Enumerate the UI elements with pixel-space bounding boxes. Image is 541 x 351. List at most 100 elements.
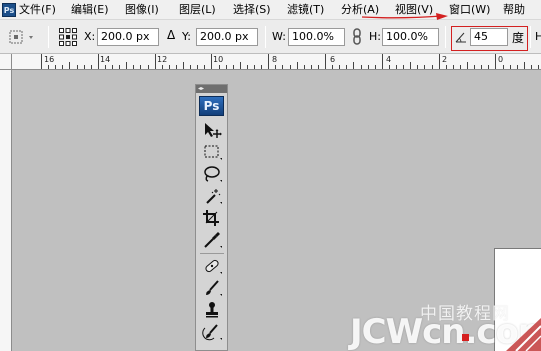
ruler-tick (517, 65, 518, 69)
menu-image[interactable]: 图像(I) (125, 3, 159, 17)
separator (48, 26, 49, 48)
x-label: X: (84, 30, 96, 43)
horizontal-ruler[interactable]: 16 14 12 10 8 6 4 2 0 (0, 54, 541, 70)
ruler-tick (460, 65, 461, 69)
lasso-tool-icon[interactable] (200, 164, 224, 184)
ruler-tick (318, 65, 319, 69)
healing-brush-tool-icon[interactable] (200, 256, 224, 276)
ruler-number: 14 (100, 55, 111, 64)
history-brush-tool-icon[interactable] (200, 322, 224, 342)
ruler-tick (503, 65, 504, 69)
ruler-tick (183, 62, 184, 69)
watermark-corner-graphic (506, 318, 541, 351)
ruler-tick (254, 65, 255, 69)
ruler-tick (148, 65, 149, 69)
vertical-ruler[interactable] (0, 70, 12, 351)
height-scale-input[interactable]: 100.0% (382, 28, 439, 46)
separator (445, 26, 446, 48)
angle-highlight-box (451, 26, 528, 51)
height-label: H: (369, 30, 381, 43)
ruler-tick (432, 65, 433, 69)
ruler-tick (389, 65, 390, 69)
ruler-tick (41, 54, 42, 69)
ruler-tick (112, 65, 113, 69)
separator (265, 26, 266, 48)
eyedropper-tool-icon[interactable] (200, 230, 224, 250)
ruler-tick (346, 65, 347, 69)
ruler-tick (240, 62, 241, 69)
ruler-tick (353, 62, 354, 69)
clone-stamp-tool-icon[interactable] (200, 300, 224, 320)
crop-tool-icon[interactable] (200, 208, 224, 228)
move-tool-icon[interactable] (200, 120, 224, 140)
menu-help[interactable]: 帮助 (503, 3, 525, 17)
ruler-tick (211, 54, 212, 69)
ruler-tick (368, 65, 369, 69)
ruler-tick (261, 65, 262, 69)
brush-tool-icon[interactable] (200, 278, 224, 298)
ruler-tick (467, 62, 468, 69)
ruler-tick (62, 65, 63, 69)
menu-layer[interactable]: 图层(L) (179, 3, 216, 17)
ruler-tick (375, 65, 376, 69)
magic-wand-tool-icon[interactable] (200, 186, 224, 206)
ruler-tick (48, 65, 49, 69)
ruler-tick (325, 54, 326, 69)
ruler-tick (410, 62, 411, 69)
ruler-tick (77, 65, 78, 69)
ruler-tick (126, 62, 127, 69)
ruler-tick (282, 65, 283, 69)
ruler-tick (290, 65, 291, 69)
ruler-tick (538, 65, 539, 69)
ruler-number: 12 (157, 55, 168, 64)
tool-separator (200, 253, 224, 254)
menu-edit[interactable]: 编辑(E) (71, 3, 109, 17)
skew-h-label: H (535, 30, 541, 43)
menu-window[interactable]: 窗口(W) (449, 3, 490, 17)
ruler-tick (495, 54, 496, 69)
ruler-tick (403, 65, 404, 69)
y-position-input[interactable]: 200.0 px (196, 28, 258, 46)
watermark-dot (462, 334, 469, 341)
link-icon[interactable] (352, 28, 362, 46)
ruler-tick (297, 62, 298, 69)
ruler-tick (197, 65, 198, 69)
reference-point-icon[interactable] (58, 27, 78, 47)
ruler-tick (339, 65, 340, 69)
ruler-tick (304, 65, 305, 69)
ruler-corner[interactable] (0, 54, 12, 70)
ruler-tick (382, 54, 383, 69)
ruler-tick (531, 65, 532, 69)
ruler-tick (169, 65, 170, 69)
ruler-tick (446, 65, 447, 69)
ruler-tick (140, 65, 141, 69)
ruler-tick (176, 65, 177, 69)
ruler-tick (219, 65, 220, 69)
y-label: Y: (182, 30, 191, 43)
ruler-tick (524, 62, 525, 69)
ps-logo: Ps (199, 96, 224, 116)
ruler-tick (190, 65, 191, 69)
ruler-tick (439, 54, 440, 69)
transform-preset-icon[interactable] (8, 28, 36, 46)
relative-position-icon[interactable]: Δ (167, 28, 175, 42)
panel-grip[interactable]: ◂▸ (196, 85, 227, 93)
ruler-tick (55, 65, 56, 69)
ruler-tick (396, 65, 397, 69)
ruler-tick (247, 65, 248, 69)
ruler-tick (204, 65, 205, 69)
ruler-number: 2 (442, 55, 448, 64)
menu-filter[interactable]: 滤镜(T) (287, 3, 324, 17)
ruler-tick (424, 65, 425, 69)
ruler-tick (91, 65, 92, 69)
menu-file[interactable]: 文件(F) (19, 3, 56, 17)
ruler-tick (98, 54, 99, 69)
width-scale-input[interactable]: 100.0% (288, 28, 345, 46)
ruler-tick (233, 65, 234, 69)
x-position-input[interactable]: 200.0 px (97, 28, 159, 46)
menu-select[interactable]: 选择(S) (233, 3, 271, 17)
ruler-tick (361, 65, 362, 69)
ruler-tick (105, 65, 106, 69)
ruler-number: 10 (213, 55, 224, 64)
marquee-tool-icon[interactable] (200, 142, 224, 162)
